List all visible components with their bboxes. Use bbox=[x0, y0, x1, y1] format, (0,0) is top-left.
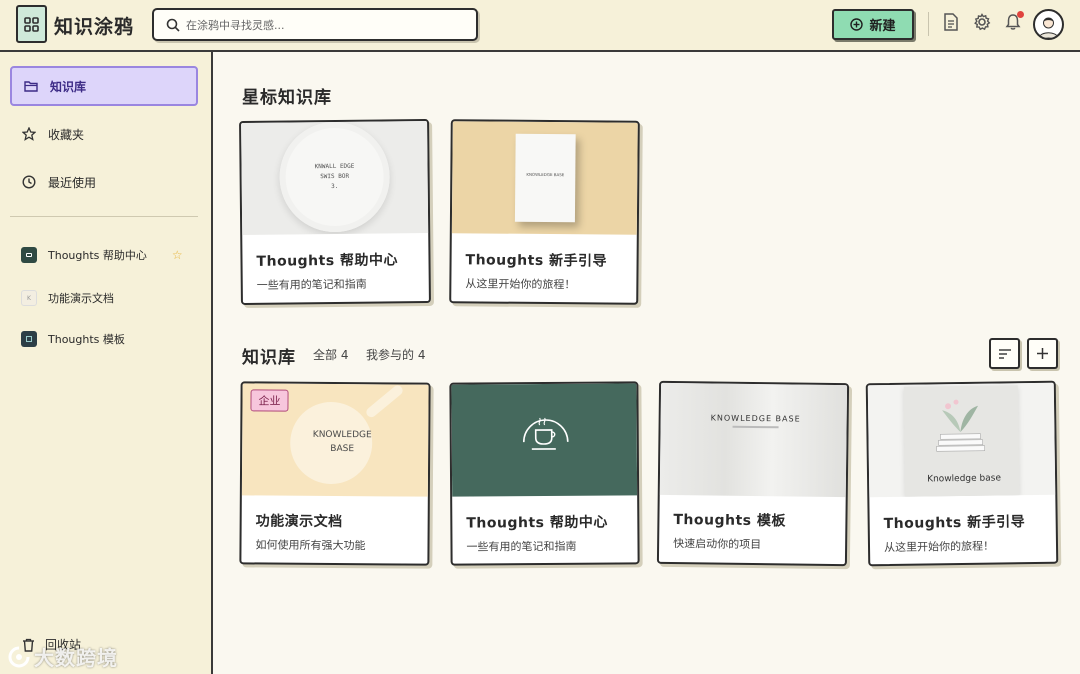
plus-icon bbox=[1037, 348, 1048, 359]
card-description: 一些有用的笔记和指南 bbox=[256, 277, 367, 292]
sidebar: 知识库 收藏夹 最近使用 Thoughts 帮助中心 ☆ K 功能演示文档 Th… bbox=[0, 52, 213, 674]
coffee-cup-icon bbox=[522, 417, 569, 450]
plus-circle-icon bbox=[850, 18, 864, 31]
kb-thumbnail: K bbox=[21, 290, 37, 306]
kb-card-onboarding[interactable]: Knowledge base Thoughts 新手引导 从这里开始你的旅程！ bbox=[865, 380, 1059, 567]
add-kb-button[interactable] bbox=[1027, 338, 1058, 369]
kb-label: 功能演示文档 bbox=[48, 292, 114, 305]
kb-thumbnail bbox=[21, 247, 37, 263]
card-description: 一些有用的笔记和指南 bbox=[466, 539, 577, 554]
card-cover bbox=[451, 383, 638, 497]
sort-icon bbox=[998, 348, 1011, 359]
bell-icon[interactable] bbox=[1002, 11, 1024, 33]
watermark: 大数跨境 bbox=[8, 642, 118, 671]
sidebar-item-knowledge-base[interactable]: 知识库 bbox=[10, 66, 198, 106]
kb-thumbnail bbox=[21, 331, 37, 347]
search-bar[interactable] bbox=[152, 8, 478, 41]
kb-card-feature-demo[interactable]: KNOWLEDGE BASE 企业 功能演示文档 如何使用所有强大功能 bbox=[239, 381, 431, 566]
enterprise-badge: 企业 bbox=[250, 389, 289, 412]
app-title: 知识涂鸦 bbox=[54, 16, 135, 38]
card-title: Thoughts 新手引导 bbox=[883, 514, 1026, 533]
sidebar-item-favorites[interactable]: 收藏夹 bbox=[10, 114, 198, 154]
starred-card-help-center[interactable]: KNWALL EDGE SWIS BOR 3. Thoughts 帮助中心 一些… bbox=[239, 119, 431, 305]
kb-section-title: 知识库 bbox=[242, 348, 296, 368]
document-icon[interactable] bbox=[940, 11, 962, 33]
card-title: Thoughts 帮助中心 bbox=[466, 514, 608, 532]
gear-icon[interactable] bbox=[971, 11, 993, 33]
card-title: Thoughts 新手引导 bbox=[465, 252, 608, 270]
sidebar-kb-feature-demo[interactable]: K 功能演示文档 bbox=[21, 287, 201, 309]
app-logo[interactable] bbox=[16, 5, 47, 43]
new-button-label: 新建 bbox=[869, 19, 896, 34]
notification-dot bbox=[1017, 11, 1024, 18]
sidebar-item-label: 收藏夹 bbox=[48, 127, 85, 142]
star-icon bbox=[22, 127, 36, 141]
search-input[interactable] bbox=[186, 15, 466, 35]
kb-label: Thoughts 模板 bbox=[48, 333, 125, 346]
sidebar-kb-templates[interactable]: Thoughts 模板 bbox=[21, 328, 201, 350]
card-title: 功能演示文档 bbox=[255, 513, 343, 531]
header-divider bbox=[928, 12, 929, 36]
clock-icon bbox=[22, 175, 36, 189]
sidebar-item-recent[interactable]: 最近使用 bbox=[10, 162, 198, 202]
sort-button[interactable] bbox=[989, 338, 1020, 369]
card-title: Thoughts 模板 bbox=[673, 512, 787, 530]
card-title: Thoughts 帮助中心 bbox=[256, 252, 399, 270]
card-cover: Knowledge base bbox=[867, 382, 1056, 498]
sidebar-item-label: 知识库 bbox=[50, 79, 87, 94]
starred-card-onboarding[interactable]: KNOWLEDGE BASE Thoughts 新手引导 从这里开始你的旅程！ bbox=[449, 119, 640, 305]
user-avatar[interactable] bbox=[1033, 9, 1064, 40]
starred-section-title: 星标知识库 bbox=[242, 88, 332, 108]
kb-label: Thoughts 帮助中心 bbox=[48, 249, 147, 262]
sidebar-divider bbox=[10, 216, 198, 217]
search-icon bbox=[166, 18, 180, 32]
filter-all[interactable]: 全部 4 bbox=[313, 346, 348, 363]
card-cover: KNOWLEDGE BASE bbox=[451, 121, 638, 235]
sidebar-kb-help-center[interactable]: Thoughts 帮助中心 ☆ bbox=[21, 244, 201, 266]
grid-icon bbox=[24, 16, 39, 32]
card-cover: KNWALL EDGE SWIS BOR 3. bbox=[241, 121, 429, 235]
card-description: 快速启动你的项目 bbox=[673, 537, 762, 552]
filter-participated[interactable]: 我参与的 4 bbox=[366, 346, 425, 363]
plant-illustration bbox=[936, 399, 985, 452]
top-header: 知识涂鸦 新建 bbox=[0, 0, 1080, 52]
star-icon[interactable]: ☆ bbox=[172, 248, 183, 262]
sidebar-item-label: 最近使用 bbox=[48, 175, 97, 190]
card-description: 从这里开始你的旅程！ bbox=[465, 277, 576, 292]
new-button[interactable]: 新建 bbox=[832, 9, 914, 40]
folder-icon bbox=[24, 81, 38, 92]
card-description: 如何使用所有强大功能 bbox=[255, 538, 366, 553]
kb-card-templates[interactable]: KNOWLEDGE BASE Thoughts 模板 快速启动你的项目 bbox=[656, 380, 850, 567]
kb-card-help-center[interactable]: Thoughts 帮助中心 一些有用的笔记和指南 bbox=[449, 381, 640, 566]
card-cover: KNOWLEDGE BASE bbox=[659, 382, 848, 498]
card-description: 从这里开始你的旅程！ bbox=[883, 539, 995, 555]
